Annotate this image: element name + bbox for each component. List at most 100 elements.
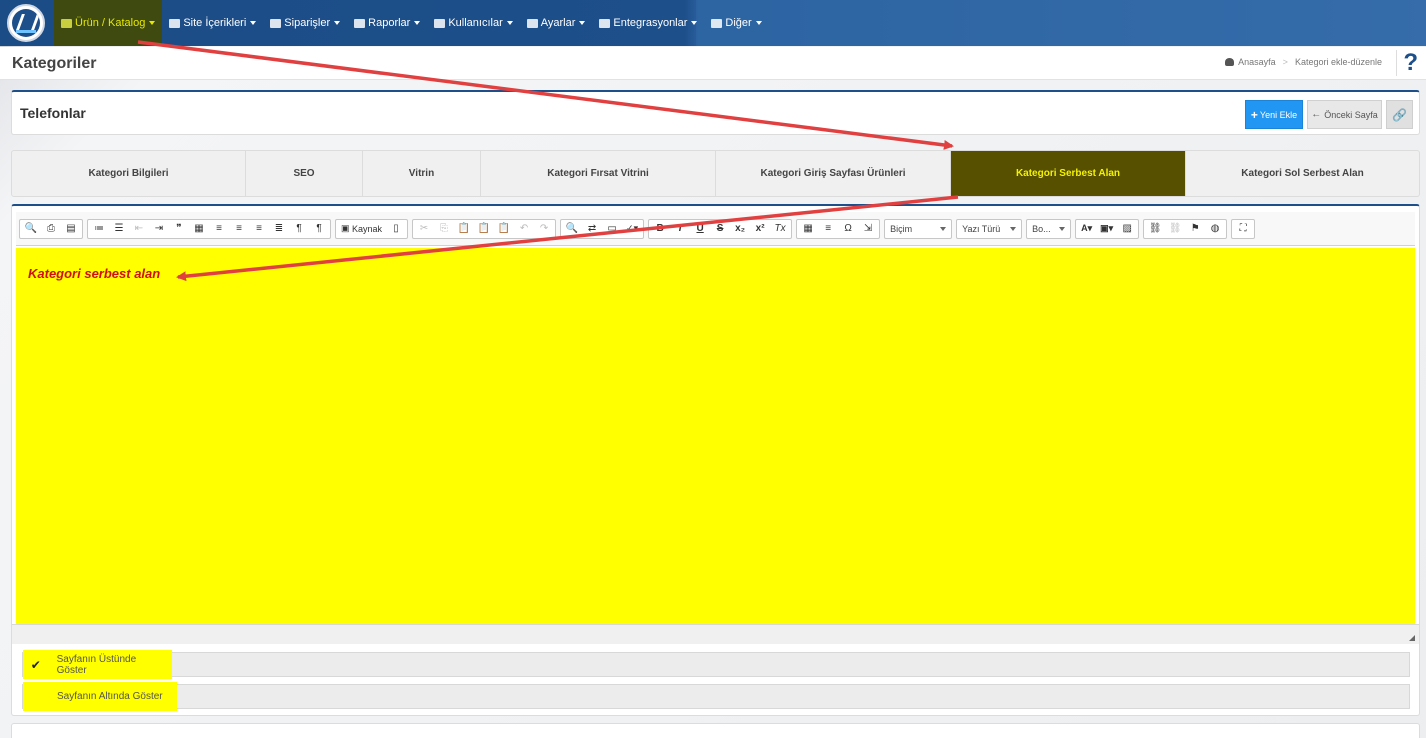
tab-vitrin[interactable]: Vitrin	[363, 151, 481, 196]
cut-icon[interactable]: ✂	[414, 220, 434, 238]
pages-icon	[169, 18, 181, 28]
page-break-icon[interactable]: ⇲	[858, 220, 878, 238]
nav-item-ayarlar[interactable]: Ayarlar	[520, 0, 593, 46]
nav-item-raporlar[interactable]: Raporlar	[347, 0, 427, 46]
align-right-icon[interactable]: ≡	[249, 220, 269, 238]
nav-item-site-icerikleri[interactable]: Site İçerikleri	[162, 0, 263, 46]
toolbar-group-basic-styles: B I U S x₂ x² Tx	[648, 218, 793, 239]
bulleted-list-icon[interactable]: ☰	[109, 220, 129, 238]
rtl-icon[interactable]: ¶	[309, 220, 329, 238]
ltr-icon[interactable]: ¶	[289, 220, 309, 238]
paste-text-icon[interactable]: 📋	[474, 220, 494, 238]
nav-item-entegrasyonlar[interactable]: Entegrasyonlar	[592, 0, 704, 46]
new-button-label: Yeni Ekle	[1259, 109, 1298, 120]
category-tabs: Kategori Bilgileri SEO Vitrin Kategori F…	[11, 150, 1420, 197]
breadcrumb-home[interactable]: Anasayfa	[1238, 57, 1276, 67]
numbered-list-icon[interactable]: ≔	[89, 220, 109, 238]
nav-item-diger[interactable]: Diğer	[704, 0, 768, 46]
paste-word-icon[interactable]: 📋	[494, 220, 514, 238]
special-char-icon[interactable]: Ω	[838, 220, 858, 238]
maximize-icon[interactable]: ⛶	[1233, 220, 1253, 238]
nav-item-siparisler[interactable]: Siparişler	[263, 0, 347, 46]
toolbar-group-source: ▣ Kaynak ▯	[335, 218, 409, 239]
editor-content-area[interactable]: Kategori serbest alan	[16, 248, 1415, 624]
remove-format-icon[interactable]: Tx	[770, 220, 790, 238]
format-select[interactable]: Biçim	[884, 218, 953, 239]
outdent-icon[interactable]: ⇤	[129, 220, 149, 238]
link-icon: 🔗	[1392, 107, 1407, 122]
print-icon[interactable]: ⎙	[41, 220, 61, 238]
tab-seo[interactable]: SEO	[246, 151, 363, 196]
underline-icon[interactable]: U	[690, 220, 710, 238]
checkmark-icon[interactable]: ✔	[29, 658, 43, 672]
nav-item-urun-katalog[interactable]: Ürün / Katalog	[54, 0, 163, 46]
nav-item-label: Kullanıcılar	[448, 17, 503, 29]
font-select[interactable]: Yazı Türü	[956, 218, 1023, 239]
find-icon[interactable]: 🔍	[562, 220, 582, 238]
spellcheck-icon[interactable]: ✓▾	[622, 220, 642, 238]
show-top-option[interactable]: ✔ Sayfanın Üstünde Göster	[23, 650, 172, 679]
iframe-globe-icon[interactable]: ◍	[1205, 220, 1225, 238]
previous-page-button[interactable]: ← Önceki Sayfa	[1307, 100, 1382, 129]
indent-icon[interactable]: ⇥	[149, 220, 169, 238]
subscript-icon[interactable]: x₂	[730, 220, 750, 238]
background-color-icon[interactable]: ▣▾	[1096, 220, 1117, 238]
align-center-icon[interactable]: ≡	[229, 220, 249, 238]
undo-icon[interactable]: ↶	[514, 220, 534, 238]
replace-icon[interactable]: ⇄	[582, 220, 602, 238]
align-left-icon[interactable]: ≡	[209, 220, 229, 238]
nav-item-label: Ürün / Katalog	[75, 17, 146, 29]
link-icon[interactable]: ⛓	[1145, 220, 1165, 238]
show-bottom-option[interactable]: Sayfanın Altında Göster	[23, 682, 177, 711]
link-button[interactable]: 🔗	[1386, 100, 1413, 129]
tab-giris-sayfasi-urunleri[interactable]: Kategori Giriş Sayfası Ürünleri	[716, 151, 951, 196]
italic-icon[interactable]: I	[670, 220, 690, 238]
maximize-doc-icon[interactable]: ▯	[386, 220, 406, 238]
table-icon[interactable]: ▦	[798, 220, 818, 238]
source-button[interactable]: ▣ Kaynak	[337, 220, 386, 238]
redo-icon[interactable]: ↷	[534, 220, 554, 238]
toolbar-group-document: 🔍 ⎙ ▤	[19, 218, 83, 239]
navbar-right-area	[696, 0, 1426, 46]
resize-handle-icon[interactable]	[1409, 635, 1415, 641]
align-justify-icon[interactable]: ≣	[269, 220, 289, 238]
help-icon[interactable]: ?	[1396, 50, 1418, 76]
brand-logo[interactable]	[7, 4, 45, 42]
new-button[interactable]: + Yeni Ekle	[1245, 100, 1303, 129]
preview-icon[interactable]: 🔍	[21, 220, 41, 238]
format-select-label: Biçim	[890, 223, 913, 234]
superscript-icon[interactable]: x²	[750, 220, 770, 238]
category-header-card: Telefonlar + Yeni Ekle ← Önceki Sayfa 🔗	[11, 90, 1420, 135]
copy-icon[interactable]: ⎘	[434, 220, 454, 238]
caret-down-icon	[579, 21, 586, 25]
caret-down-icon	[1059, 226, 1066, 231]
editor-card: 🔍 ⎙ ▤ ≔ ☰ ⇤ ⇥ ❞ ▦ ≡ ≡ ≡ ≣ ¶ ¶ ▣ Kaynak ▯…	[11, 204, 1420, 716]
caret-down-icon	[149, 21, 156, 25]
tab-sol-serbest-alan[interactable]: Kategori Sol Serbest Alan	[1186, 151, 1419, 196]
horizontal-line-icon[interactable]: ≡	[818, 220, 838, 238]
blockquote-icon[interactable]: ❞	[169, 220, 189, 238]
tab-serbest-alan[interactable]: Kategori Serbest Alan	[951, 151, 1186, 196]
page-title: Kategoriler	[12, 55, 97, 72]
paste-icon[interactable]: 📋	[454, 220, 474, 238]
select-all-icon[interactable]: ▭	[602, 220, 622, 238]
strikethrough-icon[interactable]: S	[710, 220, 730, 238]
unlink-icon[interactable]: ⛓	[1165, 220, 1185, 238]
tab-firsat-vitrini[interactable]: Kategori Fırsat Vitrini	[481, 151, 716, 196]
bold-icon[interactable]: B	[650, 220, 670, 238]
image-icon[interactable]: ▨	[1117, 220, 1137, 238]
main-menu: Ürün / Katalog Site İçerikleri Siparişle…	[54, 0, 769, 46]
gears-icon	[526, 18, 538, 28]
arrow-left-icon: ←	[1311, 109, 1322, 120]
tab-kategori-bilgileri[interactable]: Kategori Bilgileri	[12, 151, 246, 196]
nav-item-kullanicilar[interactable]: Kullanıcılar	[427, 0, 519, 46]
empty-checkbox-icon[interactable]	[29, 690, 43, 704]
caret-down-icon	[250, 21, 257, 25]
size-select[interactable]: Bo...	[1026, 218, 1072, 239]
category-title: Telefonlar	[20, 105, 86, 121]
div-container-icon[interactable]: ▦	[189, 220, 209, 238]
text-color-icon[interactable]: A▾	[1077, 220, 1096, 238]
toolbar-group-find: 🔍 ⇄ ▭ ✓▾	[560, 218, 645, 239]
anchor-flag-icon[interactable]: ⚑	[1185, 220, 1205, 238]
templates-icon[interactable]: ▤	[61, 220, 81, 238]
